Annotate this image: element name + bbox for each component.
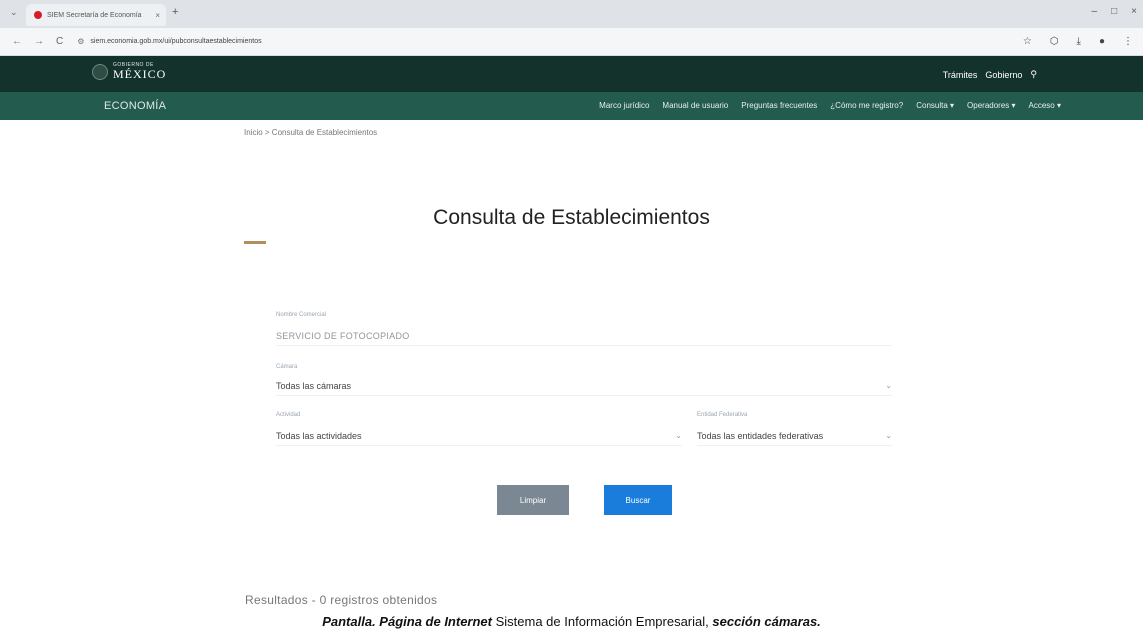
- gov-header: GOBIERNO DE MÉXICO Trámites Gobierno ⚲: [0, 56, 1143, 92]
- site-info-icon[interactable]: ⚙: [77, 37, 84, 46]
- nav-manual-usuario[interactable]: Manual de usuario: [662, 101, 728, 110]
- chevron-down-icon: ⌄: [675, 431, 682, 440]
- forward-icon[interactable]: →: [34, 36, 44, 47]
- name-label: Nombre Comercial: [276, 312, 327, 318]
- search-button[interactable]: Buscar: [604, 485, 672, 515]
- breadcrumb[interactable]: Inicio > Consulta de Establecimientos: [244, 128, 377, 137]
- maximize-icon[interactable]: □: [1111, 6, 1117, 17]
- address-bar: ← → C ⚙ siem.economia.gob.mx/ui/pubconsu…: [0, 28, 1143, 56]
- caption-part-1: Pantalla. Página de Internet: [322, 614, 492, 629]
- favicon-icon: [34, 11, 42, 19]
- results-count: Resultados - 0 registros obtenidos: [245, 593, 438, 607]
- caption-part-3: sección cámaras.: [712, 614, 821, 629]
- figure-caption: Pantalla. Página de Internet Sistema de …: [0, 614, 1143, 629]
- chamber-label: Cámara: [276, 364, 298, 370]
- link-tramites[interactable]: Trámites: [943, 70, 978, 80]
- minimize-icon[interactable]: –: [1092, 6, 1098, 17]
- chevron-down-icon: ⌄: [885, 431, 892, 440]
- nav-operadores-dropdown[interactable]: Operadores ▾: [967, 101, 1015, 110]
- nav-consulta-dropdown[interactable]: Consulta ▾: [916, 101, 954, 110]
- activity-label: Actividad: [276, 412, 301, 418]
- browser-menu-icon[interactable]: ⋮: [1123, 36, 1133, 47]
- brand-economia[interactable]: ECONOMÍA: [104, 100, 166, 112]
- seal-icon: [92, 63, 108, 80]
- commercial-name-value: SERVICIO DE FOTOCOPIADO: [276, 330, 410, 341]
- state-label: Entidad Federativa: [697, 412, 748, 418]
- gob-mx-logo[interactable]: GOBIERNO DE MÉXICO: [92, 63, 166, 80]
- download-icon[interactable]: ⤓: [1077, 36, 1081, 47]
- browser-tab-bar: ⌄ SIEM Secretaría de Economía × + – □ ×: [0, 0, 1143, 28]
- activity-select[interactable]: Todas las actividades ⌄: [276, 426, 682, 446]
- browser-toolbar: ☆ ⬡ ⤓ ● ⋮: [1023, 36, 1133, 47]
- logo-big-text: MÉXICO: [113, 67, 167, 81]
- back-icon[interactable]: ←: [12, 36, 22, 47]
- tab-close-icon[interactable]: ×: [155, 11, 160, 20]
- title-accent-bar: [244, 241, 266, 244]
- state-select[interactable]: Todas las entidades federativas ⌄: [697, 426, 892, 446]
- nav-acceso-dropdown[interactable]: Acceso ▾: [1029, 101, 1061, 110]
- chevron-down-icon: ⌄: [885, 381, 892, 390]
- close-window-icon[interactable]: ×: [1131, 6, 1137, 17]
- nav-menu: Marco jurídico Manual de usuario Pregunt…: [599, 101, 1061, 110]
- nav-preguntas-frecuentes[interactable]: Preguntas frecuentes: [741, 101, 817, 110]
- page-title: Consulta de Establecimientos: [433, 206, 710, 229]
- gov-links: Trámites Gobierno ⚲: [943, 69, 1037, 80]
- url-field[interactable]: ⚙ siem.economia.gob.mx/ui/pubconsultaest…: [77, 37, 977, 46]
- tab-title: SIEM Secretaría de Economía: [47, 11, 142, 19]
- bookmark-star-icon[interactable]: ☆: [1023, 36, 1032, 47]
- new-tab-icon[interactable]: +: [172, 6, 178, 18]
- activity-value: Todas las actividades: [276, 430, 362, 441]
- link-gobierno[interactable]: Gobierno: [985, 70, 1022, 80]
- url-text: siem.economia.gob.mx/ui/pubconsultaestab…: [90, 38, 262, 45]
- clear-button[interactable]: Limpiar: [497, 485, 569, 515]
- chamber-select[interactable]: Todas las cámaras ⌄: [276, 376, 892, 396]
- caption-part-2: Sistema de Información Empresarial,: [492, 614, 713, 629]
- chamber-value: Todas las cámaras: [276, 380, 352, 391]
- nav-como-me-registro[interactable]: ¿Cómo me registro?: [830, 101, 903, 110]
- profile-icon[interactable]: ●: [1099, 36, 1105, 47]
- reload-icon[interactable]: C: [56, 36, 63, 47]
- search-icon[interactable]: ⚲: [1030, 69, 1037, 80]
- site-navbar: ECONOMÍA Marco jurídico Manual de usuari…: [0, 92, 1143, 120]
- browser-tab[interactable]: SIEM Secretaría de Economía ×: [26, 4, 166, 26]
- extensions-icon[interactable]: ⬡: [1050, 36, 1059, 47]
- window-controls: – □ ×: [1092, 6, 1137, 17]
- state-value: Todas las entidades federativas: [697, 430, 824, 441]
- nav-marco-juridico[interactable]: Marco jurídico: [599, 101, 649, 110]
- tab-search-icon[interactable]: ⌄: [10, 7, 18, 18]
- commercial-name-input[interactable]: SERVICIO DE FOTOCOPIADO: [276, 326, 892, 346]
